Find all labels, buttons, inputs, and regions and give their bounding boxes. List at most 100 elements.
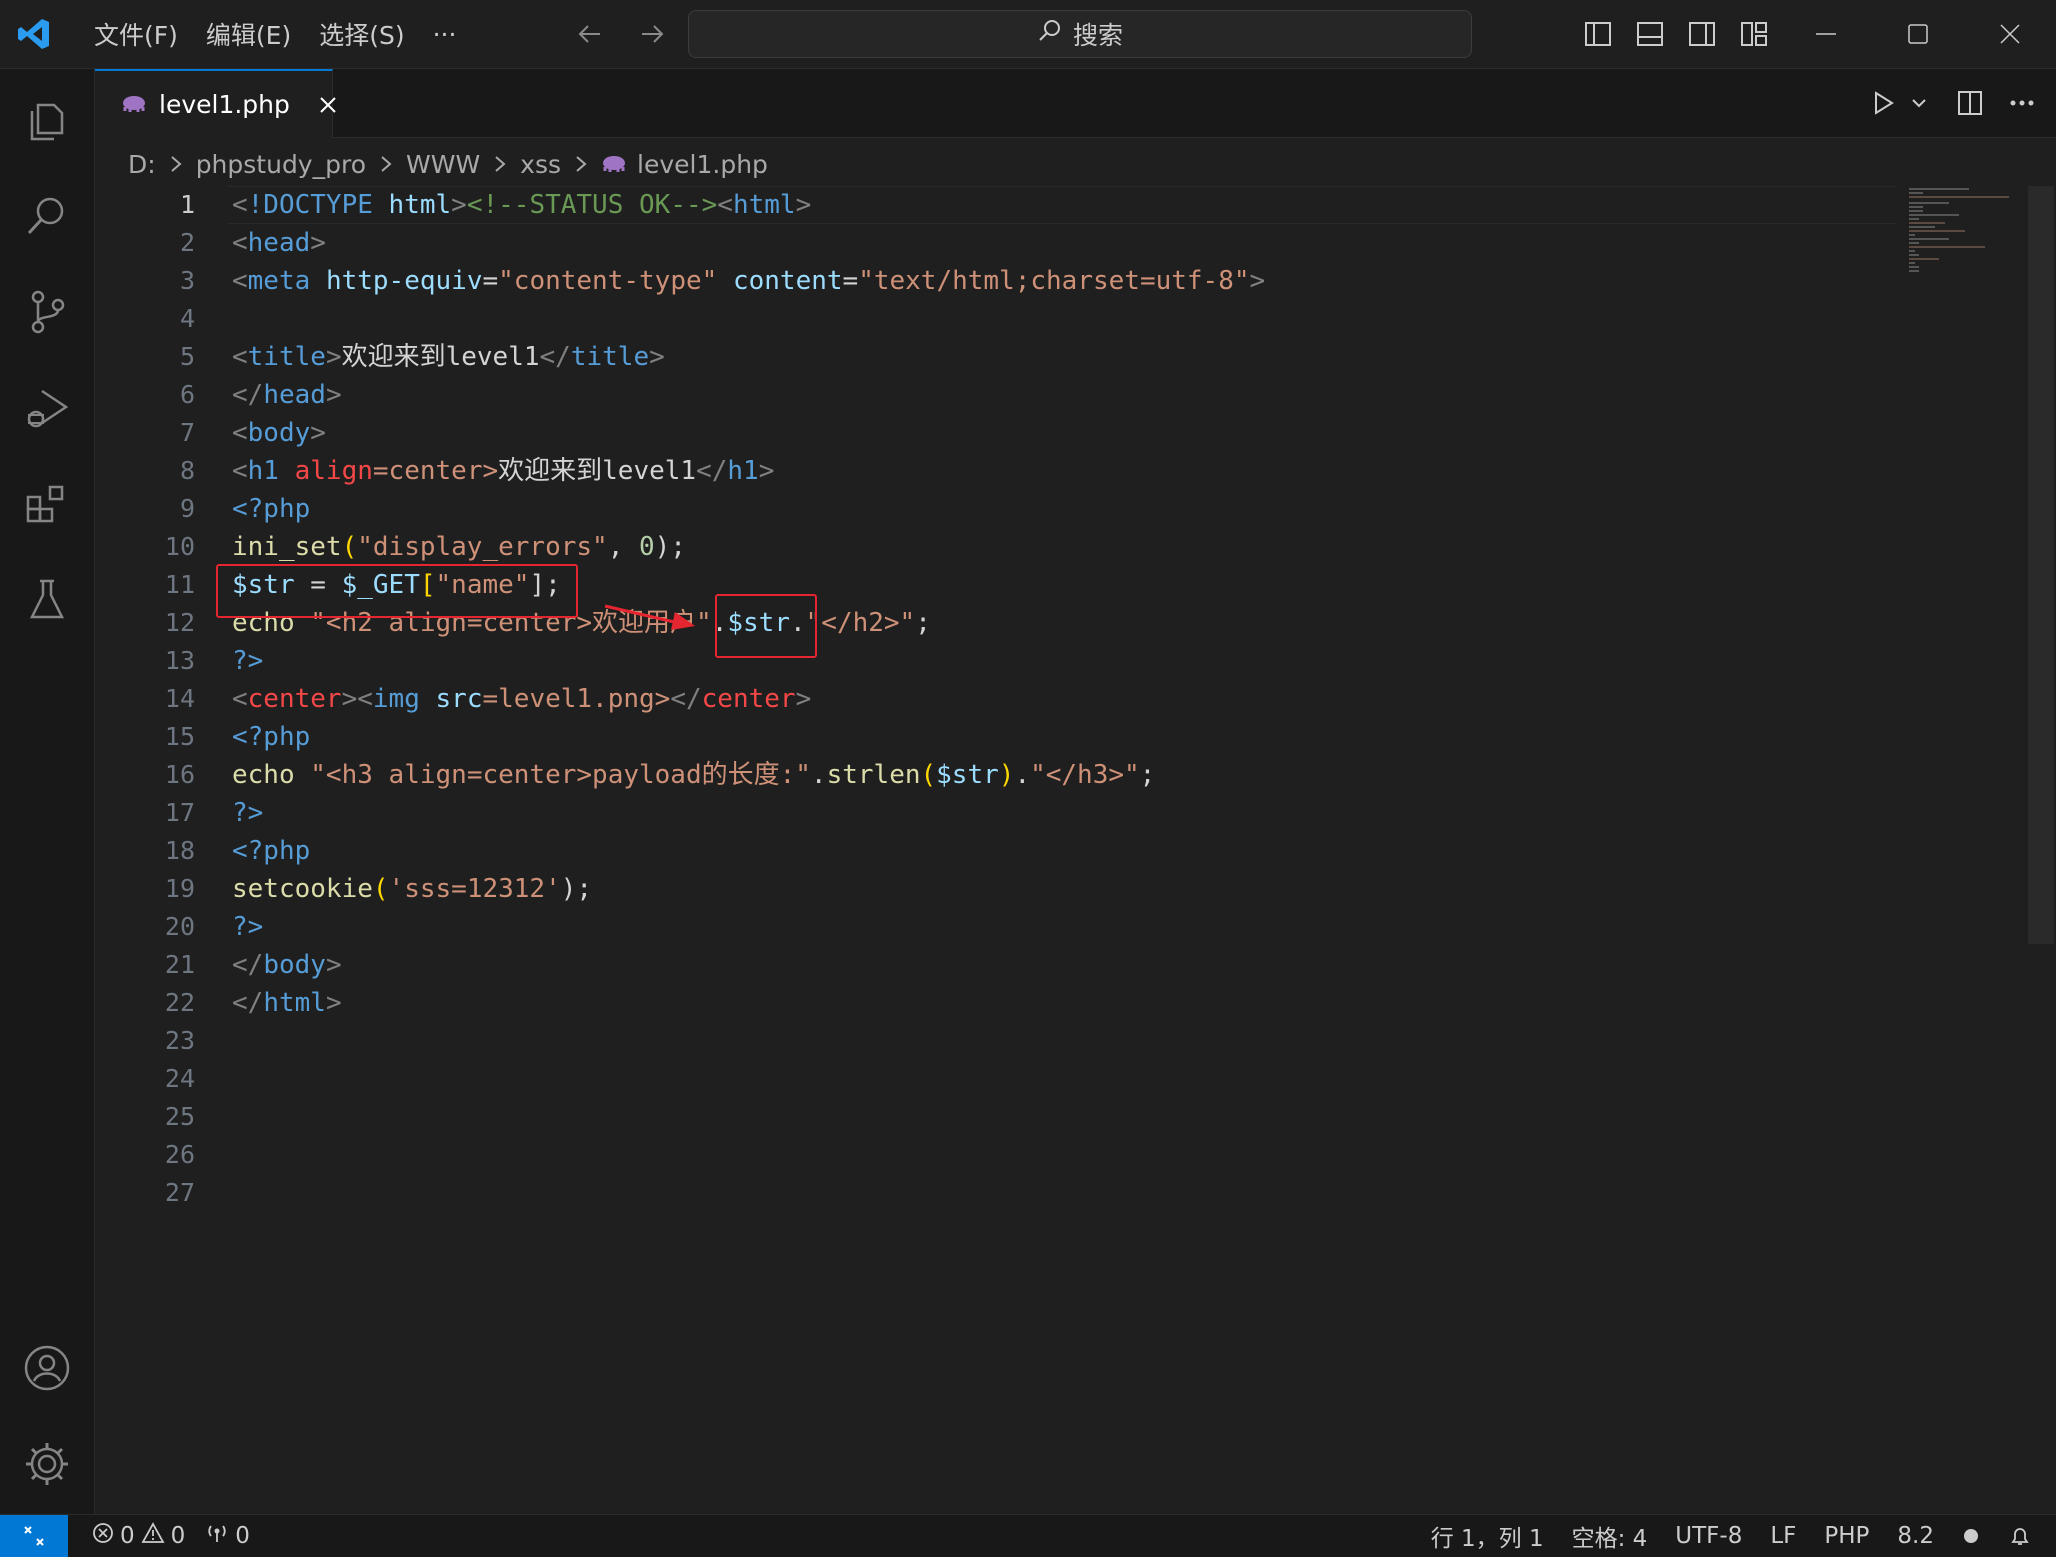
language-mode[interactable]: PHP xyxy=(1814,1523,1879,1549)
toggle-secondary-sidebar-icon[interactable] xyxy=(1682,14,1722,54)
code-line-7: <body> xyxy=(232,418,326,448)
minimize-icon[interactable] xyxy=(1780,0,1872,68)
chevron-right-icon xyxy=(166,154,186,174)
indentation[interactable]: 空格: 4 xyxy=(1562,1519,1658,1553)
source-control-icon[interactable] xyxy=(20,285,74,339)
code-line-15: <?php xyxy=(232,722,311,752)
encoding[interactable]: UTF-8 xyxy=(1665,1523,1752,1549)
code-line-5: <title>欢迎来到level1</title> xyxy=(232,342,665,372)
line-number: 21 xyxy=(164,950,195,979)
code-line-8: <h1 align=center>欢迎来到level1</h1> xyxy=(232,456,775,486)
line-number: 13 xyxy=(164,646,195,675)
line-number: 10 xyxy=(164,532,195,561)
line-number: 17 xyxy=(164,798,195,827)
command-center-search[interactable]: 搜索 xyxy=(688,10,1472,58)
line-number: 8 xyxy=(179,456,195,485)
run-dropdown-chevron-icon[interactable] xyxy=(1910,83,1928,123)
menu-file[interactable]: 文件(F) xyxy=(80,10,192,58)
breadcrumb-phpstudy-pro[interactable]: phpstudy_pro xyxy=(196,150,366,179)
line-number: 25 xyxy=(164,1102,195,1131)
back-arrow-icon[interactable] xyxy=(570,14,610,54)
code-editor[interactable]: 1 2 3 4 5 6 7 8 9 10 11 12 13 14 15 16 1… xyxy=(95,186,2015,1512)
php-version[interactable]: 8.2 xyxy=(1887,1523,1944,1549)
more-actions-icon[interactable] xyxy=(2008,83,2036,123)
status-bar: 0 0 0 行 1，列 1 空格: 4 UTF-8 LF PHP 8.2 xyxy=(0,1514,2056,1557)
run-and-debug-icon[interactable] xyxy=(20,381,74,435)
menu-selection[interactable]: 选择(S) xyxy=(305,10,418,58)
extensions-icon[interactable] xyxy=(20,477,74,531)
tab-level1-php[interactable]: level1.php xyxy=(95,69,336,138)
line-number: 18 xyxy=(164,836,195,865)
code-line-1: <!DOCTYPE html><!--STATUS OK--><html> xyxy=(232,190,812,220)
forward-arrow-icon[interactable] xyxy=(632,14,672,54)
problems-indicator[interactable]: 0 0 xyxy=(82,1522,195,1550)
editor-actions xyxy=(1870,83,2036,123)
line-number: 2 xyxy=(179,228,195,257)
line-number: 16 xyxy=(164,760,195,789)
editor-tab-bar: level1.php xyxy=(95,69,2056,138)
breadcrumb-www[interactable]: WWW xyxy=(406,150,480,179)
warning-icon xyxy=(141,1522,165,1550)
run-icon[interactable] xyxy=(1870,83,1896,123)
close-window-icon[interactable] xyxy=(1964,0,2056,68)
line-number: 15 xyxy=(164,722,195,751)
window-controls xyxy=(1780,0,2056,68)
close-tab-icon[interactable] xyxy=(318,90,338,120)
line-number: 19 xyxy=(164,874,195,903)
minimap[interactable] xyxy=(1907,186,2027,286)
split-editor-icon[interactable] xyxy=(1956,83,1984,123)
line-number: 22 xyxy=(164,988,195,1017)
line-number: 6 xyxy=(179,380,195,409)
cursor-position[interactable]: 行 1，列 1 xyxy=(1421,1519,1554,1553)
end-of-line[interactable]: LF xyxy=(1760,1523,1806,1549)
chevron-right-icon xyxy=(490,154,510,174)
code-line-9: <?php xyxy=(232,494,311,524)
code-line-2: <head> xyxy=(232,228,326,258)
breadcrumb-file[interactable]: level1.php xyxy=(637,150,768,179)
toggle-primary-sidebar-icon[interactable] xyxy=(1578,14,1618,54)
activity-bar xyxy=(0,69,95,1514)
line-number: 24 xyxy=(164,1064,195,1093)
accounts-icon[interactable] xyxy=(20,1341,74,1395)
line-number: 9 xyxy=(179,494,195,523)
search-view-icon[interactable] xyxy=(20,189,74,243)
code-line-17: ?> xyxy=(232,798,264,828)
explorer-icon[interactable] xyxy=(20,93,74,147)
line-number: 27 xyxy=(164,1178,195,1207)
chevron-right-icon xyxy=(376,154,396,174)
code-line-18: <?php xyxy=(232,836,311,866)
code-line-14: <center><img src=level1.png></center> xyxy=(232,684,812,714)
menu-more[interactable]: ··· xyxy=(419,10,471,58)
code-line-16: echo "<h3 align=center>payload的长度:".strl… xyxy=(232,760,1156,790)
ports-indicator[interactable]: 0 xyxy=(195,1522,260,1550)
line-number: 3 xyxy=(179,266,195,295)
search-icon xyxy=(1037,18,1063,50)
status-bar-right: 行 1，列 1 空格: 4 UTF-8 LF PHP 8.2 xyxy=(1421,1515,2042,1557)
remote-indicator-icon[interactable] xyxy=(0,1515,68,1557)
breadcrumb-xss[interactable]: xss xyxy=(520,150,561,179)
annotation-arrow-icon xyxy=(604,604,695,630)
navigation-arrows xyxy=(570,14,672,54)
php-file-icon xyxy=(601,150,627,179)
layout-controls xyxy=(1578,14,1774,54)
breadcrumb-drive[interactable]: D: xyxy=(128,150,156,179)
annotation-box-get-param xyxy=(216,564,578,618)
warning-count: 0 xyxy=(170,1523,186,1549)
search-label: 搜索 xyxy=(1072,21,1123,50)
menu-edit[interactable]: 编辑(E) xyxy=(192,10,305,58)
status-dot-icon[interactable] xyxy=(1952,1527,1990,1545)
toggle-panel-icon[interactable] xyxy=(1630,14,1670,54)
testing-flask-icon[interactable] xyxy=(20,573,74,627)
maximize-icon[interactable] xyxy=(1872,0,1964,68)
line-number: 7 xyxy=(179,418,195,447)
line-number: 11 xyxy=(164,570,195,599)
editor-scrollbar[interactable] xyxy=(2028,186,2054,944)
customize-layout-icon[interactable] xyxy=(1734,14,1774,54)
ports-count: 0 xyxy=(235,1523,250,1549)
line-number: 5 xyxy=(179,342,195,371)
settings-gear-icon[interactable] xyxy=(20,1437,74,1491)
line-number: 26 xyxy=(164,1140,195,1169)
notifications-bell-icon[interactable] xyxy=(1998,1524,2042,1548)
php-file-icon xyxy=(121,93,147,117)
